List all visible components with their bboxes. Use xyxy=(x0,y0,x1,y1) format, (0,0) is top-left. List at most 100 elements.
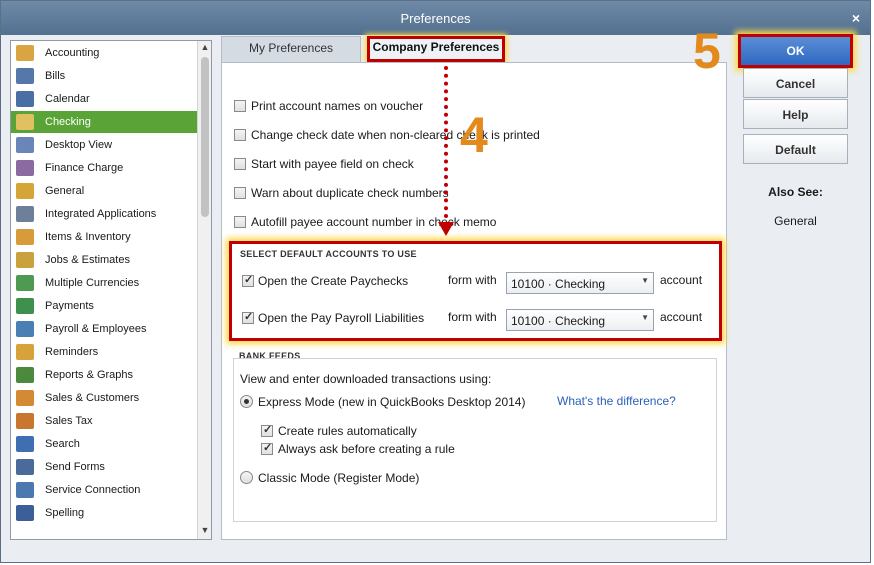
chevron-down-icon: ▼ xyxy=(641,276,649,285)
sidebar-item-label: Reminders xyxy=(45,346,99,358)
pay-payroll-liabilities-checkbox[interactable] xyxy=(242,310,254,324)
sidebar-item-label: Items & Inventory xyxy=(45,231,131,243)
form-with-label: form with xyxy=(448,273,497,287)
sidebar-item-reports-graphs[interactable]: Reports & Graphs xyxy=(11,364,198,386)
print-account-names-checkbox[interactable] xyxy=(234,100,246,112)
default-accounts-heading: SELECT DEFAULT ACCOUNTS TO USE xyxy=(240,249,417,259)
sidebar-item-accounting[interactable]: Accounting xyxy=(11,42,198,64)
form-with-label: form with xyxy=(448,310,497,324)
create-paychecks-checkbox[interactable] xyxy=(242,273,254,287)
liabilities-account-value: 10100 · Checking xyxy=(511,314,606,328)
chevron-down-icon: ▼ xyxy=(641,313,649,322)
payments-icon xyxy=(16,298,34,314)
classic-mode-radio[interactable] xyxy=(240,471,253,484)
title-bar: Preferences × xyxy=(1,1,870,35)
tab-company-preferences[interactable]: Company Preferences xyxy=(367,36,505,62)
finance-charge-icon xyxy=(16,160,34,176)
tab-my-preferences[interactable]: My Preferences xyxy=(221,36,361,62)
sidebar-item-label: Desktop View xyxy=(45,139,113,151)
change-check-date-checkbox[interactable] xyxy=(234,129,246,141)
start-with-payee-checkbox[interactable] xyxy=(234,158,246,170)
also-see-general-link[interactable]: General xyxy=(743,214,848,228)
sidebar-item-finance-charge[interactable]: Finance Charge xyxy=(11,157,198,179)
always-ask-checkbox[interactable] xyxy=(261,441,273,455)
start-with-payee-label: Start with payee field on check xyxy=(251,157,414,171)
sidebar-item-label: Sales & Customers xyxy=(45,392,140,404)
always-ask-label: Always ask before creating a rule xyxy=(278,442,455,456)
sidebar-item-label: Payments xyxy=(45,300,94,312)
sidebar-item-label: Bills xyxy=(45,70,66,82)
sidebar-item-service-connection[interactable]: Service Connection xyxy=(11,479,198,501)
sidebar-item-label: Service Connection xyxy=(45,484,141,496)
service-connection-icon xyxy=(16,482,34,498)
sidebar-item-payroll-employees[interactable]: Payroll & Employees xyxy=(11,318,198,340)
sidebar-item-label: Checking xyxy=(45,116,91,128)
create-paychecks-label: Open the Create Paychecks xyxy=(258,274,409,288)
sidebar-item-reminders[interactable]: Reminders xyxy=(11,341,198,363)
whats-the-difference-link[interactable]: What's the difference? xyxy=(557,394,676,408)
sidebar-item-label: Calendar xyxy=(45,93,90,105)
sidebar-item-search[interactable]: Search xyxy=(11,433,198,455)
desktop-view-icon xyxy=(16,137,34,153)
sidebar-item-label: Reports & Graphs xyxy=(45,369,134,381)
scroll-thumb[interactable] xyxy=(201,57,209,217)
sidebar-item-label: Spelling xyxy=(45,507,85,519)
default-button[interactable]: Default xyxy=(743,134,848,164)
scroll-down-icon[interactable]: ▼ xyxy=(199,525,211,537)
sidebar-item-multiple-currencies[interactable]: Multiple Currencies xyxy=(11,272,198,294)
express-mode-radio[interactable] xyxy=(240,395,253,408)
close-icon[interactable]: × xyxy=(852,10,860,26)
spelling-icon xyxy=(16,505,34,521)
sidebar-item-label: Multiple Currencies xyxy=(45,277,140,289)
help-button[interactable]: Help xyxy=(743,99,848,129)
liabilities-account-select[interactable]: 10100 · Checking ▼ xyxy=(506,309,654,331)
pay-payroll-liabilities-label: Open the Pay Payroll Liabilities xyxy=(258,311,425,325)
sidebar-item-sales-customers[interactable]: Sales & Customers xyxy=(11,387,198,409)
sidebar-item-spelling[interactable]: Spelling xyxy=(11,502,198,524)
bills-icon xyxy=(16,68,34,84)
reports-graphs-icon xyxy=(16,367,34,383)
ok-button[interactable]: OK xyxy=(738,34,853,68)
sidebar-item-calendar[interactable]: Calendar xyxy=(11,88,198,110)
sidebar-item-label: Search xyxy=(45,438,80,450)
scroll-up-icon[interactable]: ▲ xyxy=(199,42,211,54)
sidebar-item-payments[interactable]: Payments xyxy=(11,295,198,317)
sidebar-item-label: General xyxy=(45,185,85,197)
sidebar-item-bills[interactable]: Bills xyxy=(11,65,198,87)
sidebar-item-send-forms[interactable]: Send Forms xyxy=(11,456,198,478)
paychecks-account-value: 10100 · Checking xyxy=(511,277,606,291)
cancel-button[interactable]: Cancel xyxy=(743,68,848,98)
sidebar-item-label: Sales Tax xyxy=(45,415,93,427)
sidebar-item-sales-tax[interactable]: Sales Tax xyxy=(11,410,198,432)
sidebar-item-label: Send Forms xyxy=(45,461,105,473)
create-rules-checkbox[interactable] xyxy=(261,423,273,437)
sidebar-item-label: Accounting xyxy=(45,47,100,59)
also-see-heading: Also See: xyxy=(768,185,823,199)
sidebar-item-items-inventory[interactable]: Items & Inventory xyxy=(11,226,198,248)
sidebar-item-checking[interactable]: Checking xyxy=(11,111,198,133)
annotation-arrow-head xyxy=(438,222,454,236)
step-5-annotation: 5 xyxy=(693,23,721,79)
sidebar-item-integrated-applications[interactable]: Integrated Applications xyxy=(11,203,198,225)
preferences-category-list: Accounting Bills Calendar Checking Desktop V… xyxy=(10,40,212,540)
items-inventory-icon xyxy=(16,229,34,245)
account-suffix-label: account xyxy=(660,273,703,287)
sidebar-item-jobs-estimates[interactable]: Jobs & Estimates xyxy=(11,249,198,271)
warn-duplicate-label: Warn about duplicate check numbers xyxy=(251,186,449,200)
paychecks-account-select[interactable]: 10100 · Checking ▼ xyxy=(506,272,654,294)
payroll-employees-icon xyxy=(16,321,34,337)
sidebar-item-label: Payroll & Employees xyxy=(45,323,147,335)
sidebar-item-desktop-view[interactable]: Desktop View xyxy=(11,134,198,156)
sidebar-scrollbar[interactable]: ▲ ▼ xyxy=(197,41,211,539)
autofill-payee-label: Autofill payee account number in check m… xyxy=(251,215,497,229)
autofill-payee-checkbox[interactable] xyxy=(234,216,246,228)
create-rules-label: Create rules automatically xyxy=(278,424,417,438)
checking-icon xyxy=(16,114,34,130)
warn-duplicate-checkbox[interactable] xyxy=(234,187,246,199)
sidebar-item-general[interactable]: General xyxy=(11,180,198,202)
calendar-icon xyxy=(16,91,34,107)
sidebar-item-label: Finance Charge xyxy=(45,162,124,174)
sidebar-item-label: Jobs & Estimates xyxy=(45,254,130,266)
sidebar-item-label: Integrated Applications xyxy=(45,208,157,220)
change-check-date-label: Change check date when non-cleared check… xyxy=(251,128,540,142)
